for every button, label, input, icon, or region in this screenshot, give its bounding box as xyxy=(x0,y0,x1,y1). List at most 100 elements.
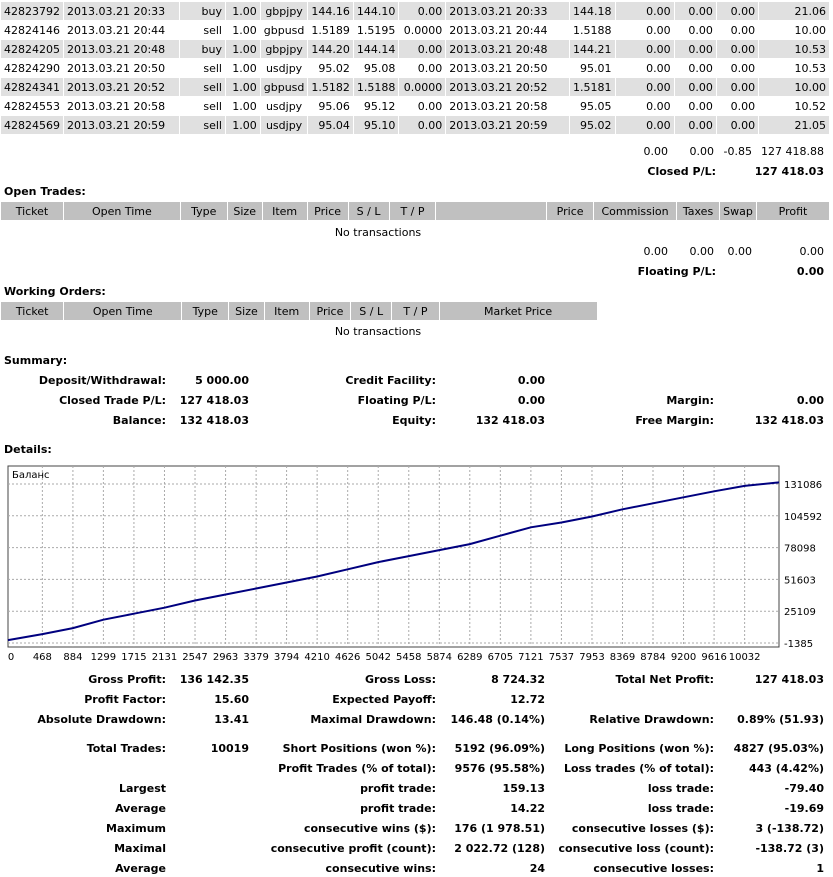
table-cell: 1.5189 xyxy=(311,23,350,37)
table-cell: 10.00 xyxy=(794,23,827,37)
margin-label: Margin: xyxy=(666,394,714,407)
table-cell: gbpusd xyxy=(260,78,308,96)
table-cell: 0.0000 xyxy=(399,78,446,96)
column-header: Market Price xyxy=(439,302,597,320)
closed-pl-label: Closed P/L: xyxy=(647,165,716,178)
table-cell: 1.00 xyxy=(232,23,257,37)
largest-label: Largest xyxy=(119,782,166,795)
table-cell: 42824569 xyxy=(1,116,63,134)
x-tick-label: 884 xyxy=(63,652,82,660)
x-tick-label: 8784 xyxy=(640,652,665,660)
x-tick-label: 6289 xyxy=(457,652,482,660)
long-label: Long Positions (won %): xyxy=(564,742,714,755)
table-cell: gbpjpy xyxy=(260,2,308,20)
table-cell: 144.10 xyxy=(353,2,399,20)
x-tick-label: 1715 xyxy=(121,652,146,660)
column-header: Type xyxy=(180,202,227,220)
table-cell: 2013.03.21 20:52 xyxy=(446,78,570,96)
free-margin-label: Free Margin: xyxy=(635,414,714,427)
table-row: 42823792 2013.03.21 20:33 buy 1.00 gbpjpy 144… xyxy=(1,2,829,20)
x-tick-label: 2547 xyxy=(182,652,207,660)
y-tick-label: 131086 xyxy=(784,480,822,491)
x-tick-label: 2963 xyxy=(213,652,238,660)
max-losses-label: consecutive losses ($): xyxy=(571,822,714,835)
summary-floating-value: 0.00 xyxy=(517,394,545,407)
net-profit-label: Total Net Profit: xyxy=(615,673,715,686)
table-cell: 0.0000 xyxy=(403,23,443,37)
table-cell: 144.18 xyxy=(570,2,615,20)
average-label: Average xyxy=(115,802,166,815)
table-cell: 0.00 xyxy=(716,40,759,58)
floating-pl-label: Floating P/L: xyxy=(637,265,716,278)
rel-dd-value: 0.89% (51.93) xyxy=(737,713,824,726)
avg-wins-value: 24 xyxy=(529,862,545,875)
x-tick-label: 1299 xyxy=(91,652,116,660)
working-orders-title: Working Orders: xyxy=(4,285,106,298)
table-cell: 0.00 xyxy=(730,99,756,113)
x-tick-label: 4626 xyxy=(335,652,360,660)
closed-taxes-total: 0.00 xyxy=(689,145,715,158)
table-cell: 10.52 xyxy=(794,99,827,113)
closed-trade-pl-value: 127 418.03 xyxy=(179,394,249,407)
table-cell: 2013.03.21 20:59 xyxy=(446,116,570,134)
table-cell: 1.5181 xyxy=(570,78,615,96)
column-header: T / P xyxy=(389,202,436,220)
column-header: S / L xyxy=(348,202,389,220)
table-cell: 0.00 xyxy=(674,78,716,96)
table-cell: 2013.03.21 20:48 xyxy=(446,40,570,58)
table-cell: 21.06 xyxy=(759,2,829,20)
details-title: Details: xyxy=(4,443,52,456)
x-tick-label: 5042 xyxy=(366,652,391,660)
table-cell: 0.00 xyxy=(646,61,671,75)
y-tick-label: 25109 xyxy=(784,607,816,618)
table-cell: sell xyxy=(203,61,222,75)
table-cell: 2013.03.21 20:59 xyxy=(64,116,180,134)
table-cell: 42824146 xyxy=(4,23,60,37)
x-tick-label: 468 xyxy=(33,652,52,660)
expected-payoff-label: Expected Payoff: xyxy=(332,693,436,706)
column-header xyxy=(436,202,547,220)
table-cell: 42824341 xyxy=(1,78,63,96)
table-row: 42824205 2013.03.21 20:48 buy 1.00 gbpjpy 144… xyxy=(1,40,829,58)
table-cell: 0.00 xyxy=(730,23,756,37)
table-cell: 0.00 xyxy=(688,99,713,113)
y-tick-label: 78098 xyxy=(784,544,816,555)
table-row: 42824146 2013.03.21 20:44 sell 1.00 gbpusd 1.… xyxy=(1,21,829,39)
closed-commission-total: 0.00 xyxy=(643,145,669,158)
loss-trades-value: 443 (4.42%) xyxy=(748,762,824,775)
avg-losses-label: consecutive losses: xyxy=(593,862,714,875)
table-cell: 2013.03.21 20:33 xyxy=(64,2,180,20)
table-cell: 0.00 xyxy=(674,2,716,20)
maximal-profit-label: consecutive profit (count): xyxy=(270,842,436,855)
maximum-label: Maximum xyxy=(106,822,166,835)
max-wins-label: consecutive wins ($): xyxy=(303,822,436,835)
profit-trades-label: Profit Trades (% of total): xyxy=(278,762,436,775)
table-cell: 0.00 xyxy=(674,116,716,134)
table-cell: 0.00 xyxy=(417,99,443,113)
column-header: Price xyxy=(309,302,351,320)
equity-label: Equity: xyxy=(392,414,436,427)
table-cell: 2013.03.21 20:33 xyxy=(446,2,570,20)
column-header: Commission xyxy=(594,202,677,220)
table-cell: 2013.03.21 20:44 xyxy=(67,23,166,37)
column-header: Swap xyxy=(720,202,756,220)
closed-trades-table: 42823792 2013.03.21 20:33 buy 1.00 gbpjpy 144… xyxy=(0,1,830,135)
x-tick-label: 0 xyxy=(8,652,14,660)
table-cell: usdjpy xyxy=(265,99,303,113)
table-cell: 42824290 xyxy=(4,61,60,75)
x-tick-label: 8369 xyxy=(610,652,635,660)
credit-label: Credit Facility: xyxy=(345,374,436,387)
balance-label: Balance: xyxy=(112,414,166,427)
column-header: Item xyxy=(264,302,309,320)
table-cell: usdjpy xyxy=(260,116,308,134)
x-tick-label: 5874 xyxy=(427,652,452,660)
table-cell: 95.12 xyxy=(363,99,396,113)
balance-chart: 131086 104592 78098 51603 25109 -1385 0 468 884 1… xyxy=(7,465,822,660)
x-tick-label: 4210 xyxy=(304,652,329,660)
summary-floating-label: Floating P/L: xyxy=(357,394,436,407)
x-tick-label: 7537 xyxy=(549,652,574,660)
table-row: 42824569 2013.03.21 20:59 sell 1.00 usdjpy 95… xyxy=(1,116,829,134)
table-cell: 0.00 xyxy=(688,23,713,37)
open-swap-total: 0.00 xyxy=(727,245,753,258)
x-tick-label: 7953 xyxy=(579,652,604,660)
